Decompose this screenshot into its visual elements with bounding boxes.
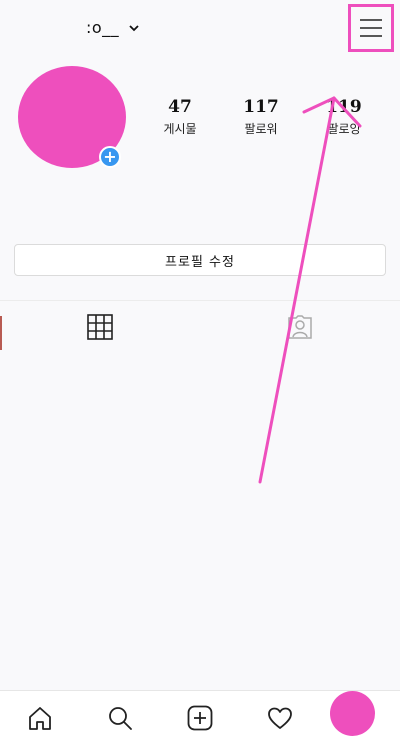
posts-label: 게시물 xyxy=(163,122,197,136)
nav-new-post[interactable] xyxy=(184,702,216,734)
heart-icon xyxy=(268,707,292,729)
tagged-person-icon xyxy=(288,315,312,339)
hamburger-menu-icon xyxy=(360,19,382,37)
following-label: 팔로잉 xyxy=(327,122,361,136)
nav-home[interactable] xyxy=(24,702,56,734)
followers-count: 117 xyxy=(243,97,279,117)
stat-posts: 47 게시물 xyxy=(145,96,215,137)
following-count: 119 xyxy=(326,97,362,117)
add-story-badge[interactable]: + xyxy=(99,146,121,168)
home-icon xyxy=(29,707,51,730)
chevron-down-icon xyxy=(129,24,139,31)
nav-activity[interactable] xyxy=(264,702,296,734)
stat-followers[interactable]: 117 팔로워 xyxy=(226,96,296,137)
tab-divider xyxy=(0,300,400,301)
edit-profile-button[interactable]: 프로필 수정 xyxy=(14,244,386,276)
username-text: :o__ xyxy=(86,18,120,37)
tab-posts-grid[interactable] xyxy=(86,313,114,341)
nav-search[interactable] xyxy=(104,702,136,734)
plus-icon: + xyxy=(103,147,117,166)
new-post-icon xyxy=(187,705,213,731)
edge-mark xyxy=(0,316,2,350)
tab-tagged[interactable] xyxy=(286,313,314,341)
hamburger-menu-button[interactable] xyxy=(348,4,394,52)
posts-count: 47 xyxy=(168,97,192,117)
nav-profile-avatar[interactable] xyxy=(330,691,375,736)
stat-following[interactable]: 119 팔로잉 xyxy=(309,96,379,137)
grid-icon xyxy=(87,314,113,340)
username-header[interactable]: :o__ xyxy=(86,18,139,37)
followers-label: 팔로워 xyxy=(244,122,278,136)
search-icon xyxy=(109,707,132,730)
